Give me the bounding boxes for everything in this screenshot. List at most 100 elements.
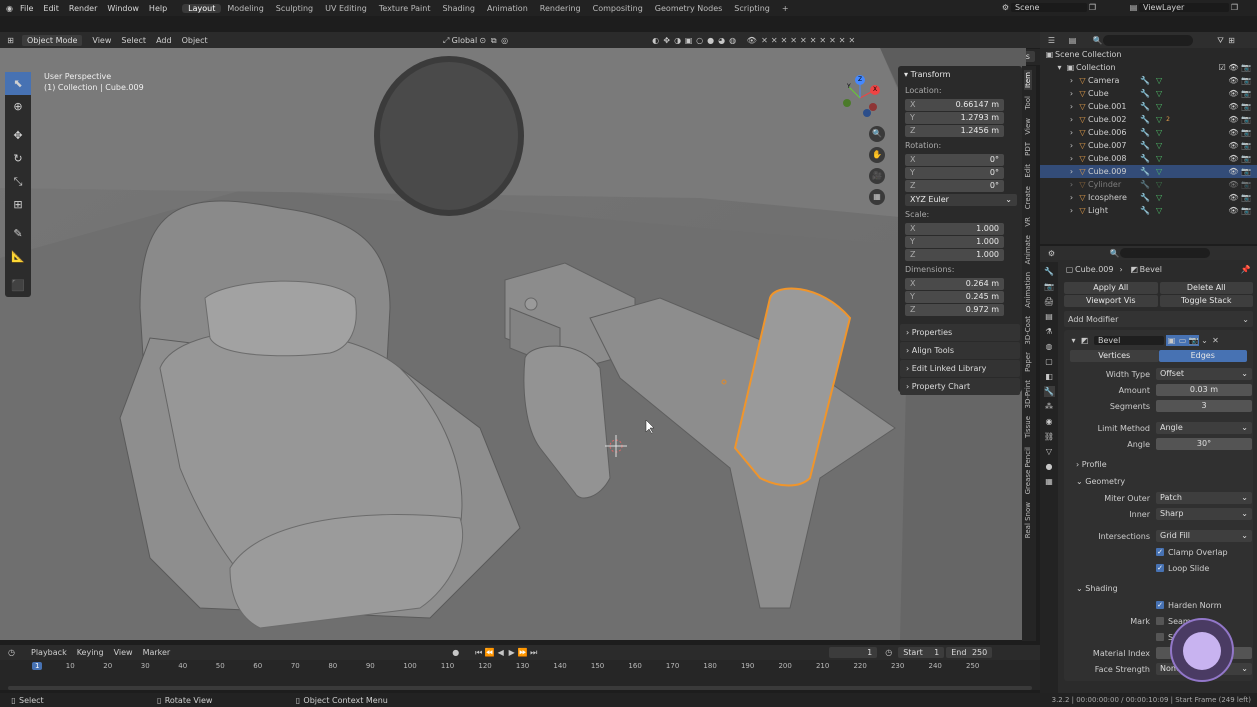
- visibility-toggles[interactable]: 👁 📷: [1228, 152, 1251, 165]
- header-menu-object[interactable]: Object: [182, 36, 208, 45]
- display-mode-icon[interactable]: ▤: [1067, 35, 1078, 46]
- annotate-tool-icon[interactable]: ✎: [5, 222, 31, 245]
- tab-real-snow[interactable]: Real Snow: [1024, 500, 1032, 540]
- pan-hand-icon[interactable]: ✋: [869, 147, 885, 163]
- expand-arrow-icon[interactable]: ▾: [1054, 62, 1065, 73]
- outliner-row[interactable]: › ▽ Cube.007 🔧 ▽ 👁 📷: [1040, 139, 1257, 152]
- rotate-tool-icon[interactable]: ↻: [5, 147, 31, 170]
- property-chart-section[interactable]: › Property Chart: [900, 378, 1020, 395]
- visibility-toggles[interactable]: 👁 📷: [1228, 126, 1251, 139]
- tab-animation[interactable]: Animation: [481, 4, 534, 13]
- modifier-icon[interactable]: 🔧: [1140, 152, 1150, 165]
- new-collection-icon[interactable]: ⊞: [1226, 35, 1237, 46]
- copy-icon[interactable]: ❐: [1087, 2, 1098, 13]
- visibility-toggles[interactable]: 👁 📷: [1228, 165, 1251, 178]
- modifier-icon[interactable]: 🔧: [1140, 178, 1150, 191]
- tab-scripting[interactable]: Scripting: [728, 4, 776, 13]
- output-tab-icon[interactable]: 🖨: [1044, 296, 1055, 307]
- tab-grease-pencil[interactable]: Grease Pencil: [1024, 445, 1032, 496]
- select-tool-icon[interactable]: ⬉: [5, 72, 31, 95]
- modifier-icon[interactable]: 🔧: [1140, 74, 1150, 87]
- preview-range-icon[interactable]: ◷: [883, 647, 894, 658]
- location-z-field[interactable]: Z 1.2456 m: [905, 125, 1004, 137]
- mesh-data-icon[interactable]: ▽: [1156, 87, 1162, 100]
- location-y-field[interactable]: Y 1.2793 m: [905, 112, 1004, 124]
- shading-subpanel[interactable]: ⌄ Shading: [1064, 580, 1253, 597]
- toggle-stack-button[interactable]: Toggle Stack: [1159, 295, 1253, 307]
- outliner-row[interactable]: › ▽ Cube.009 🔧 ▽ 👁 📷: [1040, 165, 1257, 178]
- outliner-row[interactable]: › ▽ Icosphere 🔧 ▽ 👁 📷: [1040, 191, 1257, 204]
- xray-icon[interactable]: ▣: [683, 35, 694, 46]
- loop-slide-checkbox[interactable]: ✓: [1156, 564, 1164, 572]
- expand-arrow-icon[interactable]: ›: [1066, 127, 1077, 138]
- view-layer-selector[interactable]: ▤ ViewLayer ❐: [1128, 2, 1240, 13]
- render-tab-icon[interactable]: 📷: [1044, 281, 1055, 292]
- scale-x-field[interactable]: X 1.000: [905, 223, 1004, 235]
- modifier-tab-icon[interactable]: 🔧: [1043, 386, 1055, 397]
- mesh-data-icon[interactable]: ▽: [1156, 126, 1162, 139]
- clamp-overlap-checkbox[interactable]: ✓: [1156, 548, 1164, 556]
- tab-tissue[interactable]: Tissue: [1024, 414, 1032, 440]
- jump-end-icon[interactable]: ⏭: [528, 647, 539, 658]
- jump-start-icon[interactable]: ⏮: [473, 647, 484, 658]
- scene-selector[interactable]: ⚙ Scene ❐: [1000, 2, 1098, 13]
- constraints-tab-icon[interactable]: ⛓: [1044, 431, 1055, 442]
- outliner-row[interactable]: › ▽ Cube.001 🔧 ▽ 👁 📷: [1040, 100, 1257, 113]
- zoom-icon[interactable]: 🔍: [869, 126, 885, 142]
- amount-field[interactable]: 0.03 m: [1156, 384, 1252, 396]
- mesh-data-icon[interactable]: ▽: [1156, 100, 1162, 113]
- blender-logo-icon[interactable]: ◉: [4, 3, 15, 14]
- visibility-toggles[interactable]: 👁 📷: [1228, 139, 1251, 152]
- apply-all-button[interactable]: Apply All: [1064, 282, 1158, 294]
- editor-type-icon[interactable]: ⊞: [5, 35, 16, 46]
- collection-tab-icon[interactable]: ▢: [1044, 356, 1055, 367]
- perspective-grid-icon[interactable]: ▦: [869, 189, 885, 205]
- mesh-data-icon[interactable]: ▽: [1156, 165, 1162, 178]
- segments-field[interactable]: 3: [1156, 400, 1252, 412]
- tab-texture-paint[interactable]: Texture Paint: [373, 4, 437, 13]
- tab-modeling[interactable]: Modeling: [221, 4, 269, 13]
- viewport-vis-button[interactable]: Viewport Vis: [1064, 295, 1158, 307]
- tab-3d-print[interactable]: 3D-Print: [1024, 378, 1032, 410]
- modifier-icon[interactable]: 🔧: [1140, 100, 1150, 113]
- jump-key-back-icon[interactable]: ⏪: [484, 647, 495, 658]
- expand-arrow-icon[interactable]: ›: [1066, 140, 1077, 151]
- expand-arrow-icon[interactable]: ›: [1066, 153, 1077, 164]
- cursor-tool-icon[interactable]: ⊕: [5, 95, 31, 118]
- tab-pdt[interactable]: PDT: [1024, 140, 1032, 158]
- tab-compositing[interactable]: Compositing: [587, 4, 649, 13]
- copy-layer-icon[interactable]: ❐: [1229, 2, 1240, 13]
- wireframe-shading-icon[interactable]: ○: [694, 35, 705, 46]
- solid-shading-icon[interactable]: ●: [705, 35, 716, 46]
- header-menu-add[interactable]: Add: [156, 36, 172, 45]
- jump-key-forward-icon[interactable]: ⏩: [517, 647, 528, 658]
- header-menu-view[interactable]: View: [92, 36, 111, 45]
- menu-file[interactable]: File: [15, 4, 38, 13]
- tab-uv-editing[interactable]: UV Editing: [319, 4, 373, 13]
- modifier-icon[interactable]: 🔧: [1140, 87, 1150, 100]
- collapse-arrow-icon[interactable]: ▾: [1068, 335, 1079, 346]
- properties-search-input[interactable]: [1120, 248, 1210, 258]
- add-modifier-dropdown[interactable]: Add Modifier ⌄: [1064, 311, 1253, 327]
- tab-geometry-nodes[interactable]: Geometry Nodes: [649, 4, 728, 13]
- outliner-row[interactable]: › ▽ Cube.008 🔧 ▽ 👁 📷: [1040, 152, 1257, 165]
- visibility-toggles[interactable]: 👁 📷: [1228, 191, 1251, 204]
- scene-collection-row[interactable]: ▣ Scene Collection: [1040, 48, 1257, 61]
- properties-editor-icon[interactable]: ⚙: [1046, 248, 1057, 259]
- tool-tab-icon[interactable]: 🔧: [1044, 266, 1055, 277]
- start-frame-field[interactable]: Start 1: [898, 647, 945, 658]
- world-tab-icon[interactable]: ◍: [1044, 341, 1055, 352]
- render-toggle-icon[interactable]: 📷: [1188, 334, 1199, 346]
- dimensions-y-field[interactable]: Y 0.245 m: [905, 291, 1004, 303]
- outliner-row[interactable]: › ▽ Cube.002 🔧 ▽ 2 👁 📷: [1040, 113, 1257, 126]
- filter-icon[interactable]: ⛛: [1215, 35, 1226, 46]
- play-icon[interactable]: ▶: [506, 647, 517, 658]
- 3d-viewport[interactable]: User Perspective (1) Collection | Cube.0…: [0, 48, 1026, 640]
- mesh-data-icon[interactable]: ▽: [1156, 204, 1162, 217]
- tab-item[interactable]: Item: [1024, 70, 1032, 90]
- overlay-icon[interactable]: ◑: [672, 35, 683, 46]
- view-layer-tab-icon[interactable]: ▤: [1044, 311, 1055, 322]
- rotation-y-field[interactable]: Y 0°: [905, 167, 1004, 179]
- profile-subpanel[interactable]: › Profile: [1064, 456, 1253, 473]
- collection-row[interactable]: ▾ ▣ Collection ☑ 👁 📷: [1040, 61, 1257, 74]
